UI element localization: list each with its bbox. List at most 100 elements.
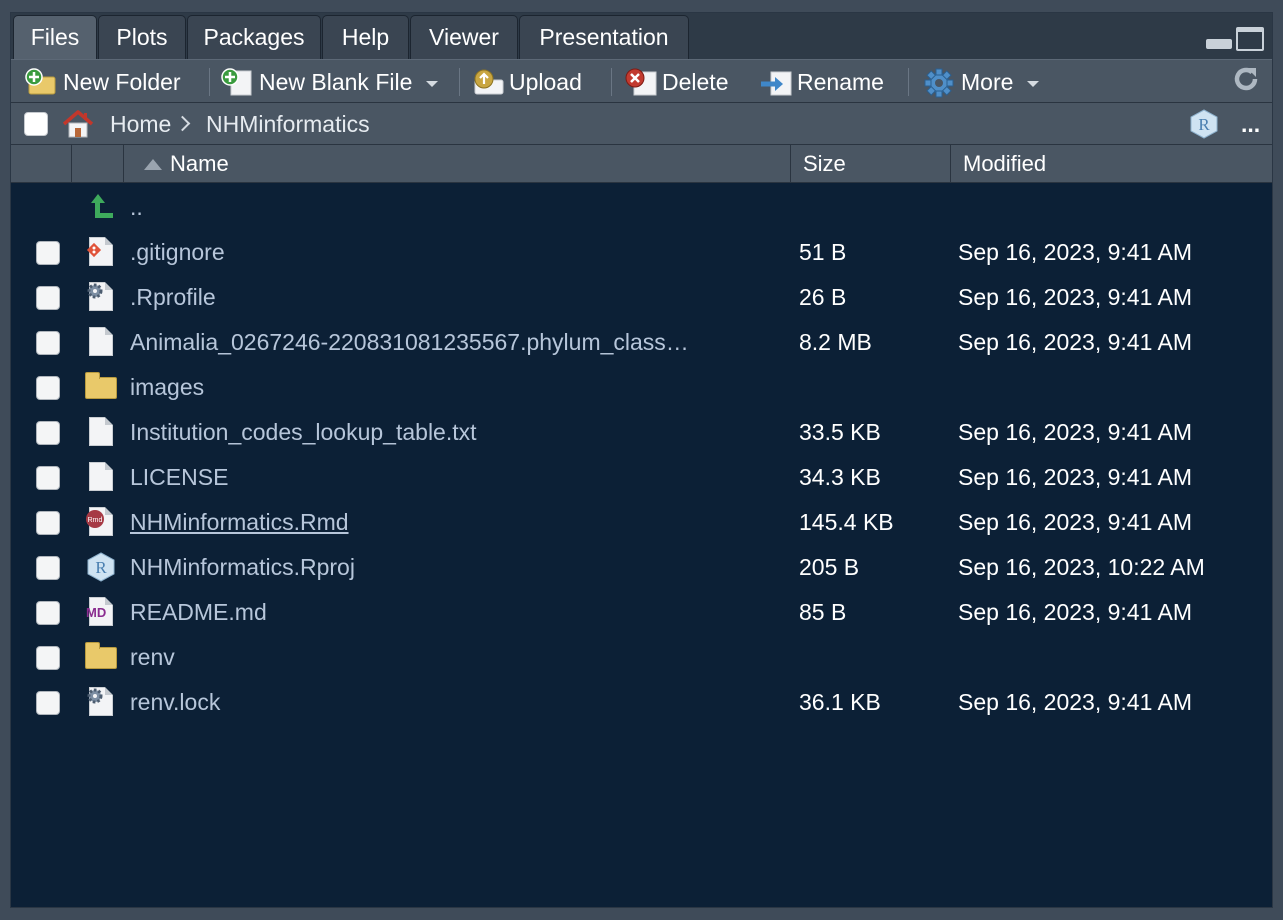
new-blank-file-button[interactable]: New Blank File — [221, 60, 439, 104]
new-file-icon — [221, 68, 252, 96]
rename-icon — [759, 68, 792, 96]
file-name-link[interactable]: README.md — [130, 590, 780, 635]
tab-presentation[interactable]: Presentation — [519, 15, 689, 59]
delete-label: Delete — [662, 68, 729, 95]
breadcrumb-home[interactable]: Home — [110, 103, 171, 145]
file-name-link[interactable]: LICENSE — [130, 455, 780, 500]
overflow-menu-button[interactable]: ... — [1241, 103, 1260, 145]
parent-directory-link[interactable]: .. — [130, 185, 780, 230]
tab-help[interactable]: Help — [322, 15, 409, 59]
row-checkbox[interactable] — [36, 331, 60, 355]
table-row[interactable]: renv.lock 36.1 KB Sep 16, 2023, 9:41 AM — [11, 680, 1272, 725]
file-name-link[interactable]: images — [130, 365, 780, 410]
table-row[interactable]: images — [11, 365, 1272, 410]
file-name-link[interactable]: NHMinformatics.Rproj — [130, 545, 780, 590]
settings-file-icon — [85, 281, 117, 313]
svg-text:R: R — [95, 558, 107, 577]
row-checkbox[interactable] — [36, 241, 60, 265]
rproj-file-icon: R — [85, 551, 117, 583]
file-name-link[interactable]: renv — [130, 635, 780, 680]
new-folder-button[interactable]: New Folder — [25, 60, 181, 104]
file-name-link[interactable]: NHMinformatics.Rmd — [130, 500, 780, 545]
size-column-header[interactable]: Size — [791, 145, 951, 182]
file-modified: Sep 16, 2023, 10:22 AM — [958, 554, 1205, 580]
more-button[interactable]: More — [923, 60, 1040, 104]
row-checkbox[interactable] — [36, 466, 60, 490]
file-name-link[interactable]: .Rprofile — [130, 275, 780, 320]
home-icon[interactable] — [61, 109, 95, 144]
file-name-link[interactable]: .gitignore — [130, 230, 780, 275]
row-checkbox[interactable] — [36, 646, 60, 670]
r-project-icon[interactable]: R — [1188, 108, 1220, 145]
toolbar-separator — [611, 68, 612, 96]
table-row[interactable]: Animalia_0267246-220831081235567.phylum_… — [11, 320, 1272, 365]
upload-button[interactable]: Upload — [471, 60, 582, 104]
files-toolbar: New Folder New Blank File Upload Delete — [11, 59, 1272, 103]
file-modified: Sep 16, 2023, 9:41 AM — [958, 284, 1193, 310]
tab-bar: Files Plots Packages Help Viewer Present… — [11, 13, 1272, 59]
table-row[interactable]: LICENSE 34.3 KB Sep 16, 2023, 9:41 AM — [11, 455, 1272, 500]
file-size: 85 B — [799, 599, 847, 625]
breadcrumb: Home NHMinformatics R ... — [11, 103, 1272, 145]
file-size: 26 B — [799, 284, 847, 310]
row-checkbox[interactable] — [36, 691, 60, 715]
file-size: 33.5 KB — [799, 419, 881, 445]
size-column-label: Size — [803, 151, 846, 176]
file-size: 145.4 KB — [799, 509, 894, 535]
file-modified: Sep 16, 2023, 9:41 AM — [958, 329, 1193, 355]
row-checkbox[interactable] — [36, 511, 60, 535]
gear-icon — [923, 68, 954, 98]
new-blank-file-label: New Blank File — [259, 68, 413, 95]
svg-text:R: R — [1198, 115, 1210, 134]
sort-ascending-icon — [144, 159, 162, 170]
row-checkbox[interactable] — [36, 601, 60, 625]
more-label: More — [961, 68, 1014, 95]
file-name-link[interactable]: renv.lock — [130, 680, 780, 725]
delete-icon — [624, 68, 657, 96]
table-row[interactable]: MD README.md 85 B Sep 16, 2023, 9:41 AM — [11, 590, 1272, 635]
row-checkbox[interactable] — [36, 286, 60, 310]
file-modified: Sep 16, 2023, 9:41 AM — [958, 509, 1193, 535]
row-checkbox[interactable] — [36, 421, 60, 445]
tab-viewer[interactable]: Viewer — [410, 15, 518, 59]
tab-packages[interactable]: Packages — [187, 15, 321, 59]
row-checkbox[interactable] — [36, 556, 60, 580]
new-folder-icon — [25, 68, 56, 96]
name-column-header[interactable]: Name — [124, 145, 791, 182]
rename-label: Rename — [797, 68, 884, 95]
refresh-button[interactable] — [1231, 60, 1261, 104]
refresh-icon — [1231, 64, 1261, 100]
table-row[interactable]: .gitignore 51 B Sep 16, 2023, 9:41 AM — [11, 230, 1272, 275]
breadcrumb-current-dir[interactable]: NHMinformatics — [206, 103, 370, 145]
header-checkbox-col — [11, 145, 72, 182]
minimize-pane-icon[interactable] — [1206, 39, 1232, 49]
rename-button[interactable]: Rename — [759, 60, 884, 104]
tab-plots[interactable]: Plots — [98, 15, 186, 59]
file-name-link[interactable]: Institution_codes_lookup_table.txt — [130, 410, 780, 455]
tab-files[interactable]: Files — [13, 15, 97, 59]
markdown-file-icon: MD — [85, 596, 117, 628]
table-row[interactable]: .Rprofile 26 B Sep 16, 2023, 9:41 AM — [11, 275, 1272, 320]
parent-directory-row[interactable]: .. — [11, 185, 1272, 230]
window-controls — [1184, 27, 1264, 53]
file-name-link[interactable]: Animalia_0267246-220831081235567.phylum_… — [130, 320, 780, 365]
rmd-file-icon: Rmd — [85, 506, 117, 538]
svg-text:Rmd: Rmd — [88, 517, 103, 524]
table-row[interactable]: Rmd NHMinformatics.Rmd 145.4 KB Sep 16, … — [11, 500, 1272, 545]
text-file-icon — [85, 326, 117, 358]
file-size: 34.3 KB — [799, 464, 881, 490]
select-all-checkbox[interactable] — [24, 112, 48, 136]
table-row[interactable]: Institution_codes_lookup_table.txt 33.5 … — [11, 410, 1272, 455]
maximize-pane-icon[interactable] — [1236, 27, 1264, 51]
delete-button[interactable]: Delete — [624, 60, 728, 104]
header-icon-col — [72, 145, 124, 182]
row-checkbox[interactable] — [36, 376, 60, 400]
modified-column-header[interactable]: Modified — [951, 145, 1274, 182]
file-modified: Sep 16, 2023, 9:41 AM — [958, 239, 1193, 265]
folder-icon — [85, 371, 117, 403]
toolbar-separator — [209, 68, 210, 96]
table-row[interactable]: R NHMinformatics.Rproj 205 B Sep 16, 202… — [11, 545, 1272, 590]
file-modified: Sep 16, 2023, 9:41 AM — [958, 689, 1193, 715]
upload-icon — [471, 68, 504, 96]
table-row[interactable]: renv — [11, 635, 1272, 680]
